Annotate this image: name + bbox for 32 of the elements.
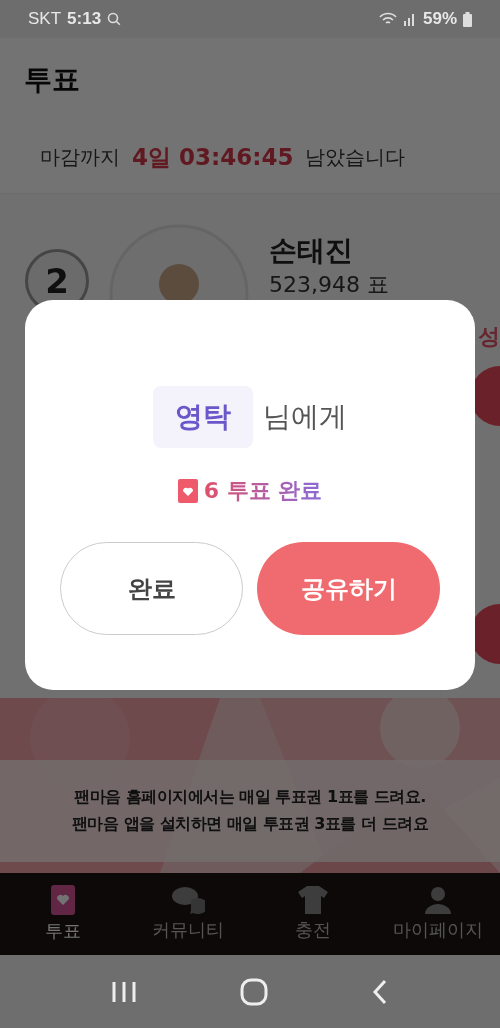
home-icon[interactable]: [240, 977, 268, 1006]
nav-tab[interactable]: 충전: [250, 873, 375, 955]
back-icon[interactable]: [370, 978, 389, 1005]
shirt-icon: [297, 886, 328, 915]
countdown-time: 4일 03:46:45: [132, 143, 294, 173]
recipient-suffix: 님에게: [263, 399, 347, 435]
recent-apps-icon[interactable]: [111, 979, 138, 1004]
signal-icon: [402, 12, 417, 26]
recipient-name: 영탁: [153, 386, 253, 448]
battery-percent: 59%: [422, 9, 457, 29]
vote-count: 523,948 표: [269, 270, 389, 299]
notice-text: 팬마음 앱을 설치하면 매일 투표권 3표를 더 드려요: [71, 814, 429, 836]
clock: 5:13: [67, 9, 102, 29]
wifi-icon: [378, 12, 397, 26]
battery-icon: [463, 11, 472, 27]
done-button[interactable]: 완료: [60, 542, 243, 635]
person-icon: [423, 886, 452, 915]
chat-icon: [170, 886, 205, 915]
search-icon: [107, 12, 122, 26]
share-button[interactable]: 공유하기: [257, 542, 440, 635]
candidate-name: 손태진: [269, 232, 354, 269]
countdown-suffix: 남았습니다: [305, 144, 406, 172]
carrier: SKT: [28, 9, 62, 29]
notice-text: 팬마음 홈페이지에서는 매일 투표권 1표를 드려요.: [74, 787, 426, 809]
nav-tab[interactable]: 마이페이지: [375, 873, 500, 955]
heart-card-icon: [177, 479, 198, 503]
nav-tab[interactable]: 투표: [0, 873, 125, 955]
heart-card-icon: [50, 885, 75, 916]
tag-text: 성: [478, 322, 500, 351]
page-title: 투표: [24, 62, 80, 99]
countdown-label: 마감까지: [40, 144, 120, 172]
nav-tab[interactable]: 커뮤니티: [125, 873, 250, 955]
